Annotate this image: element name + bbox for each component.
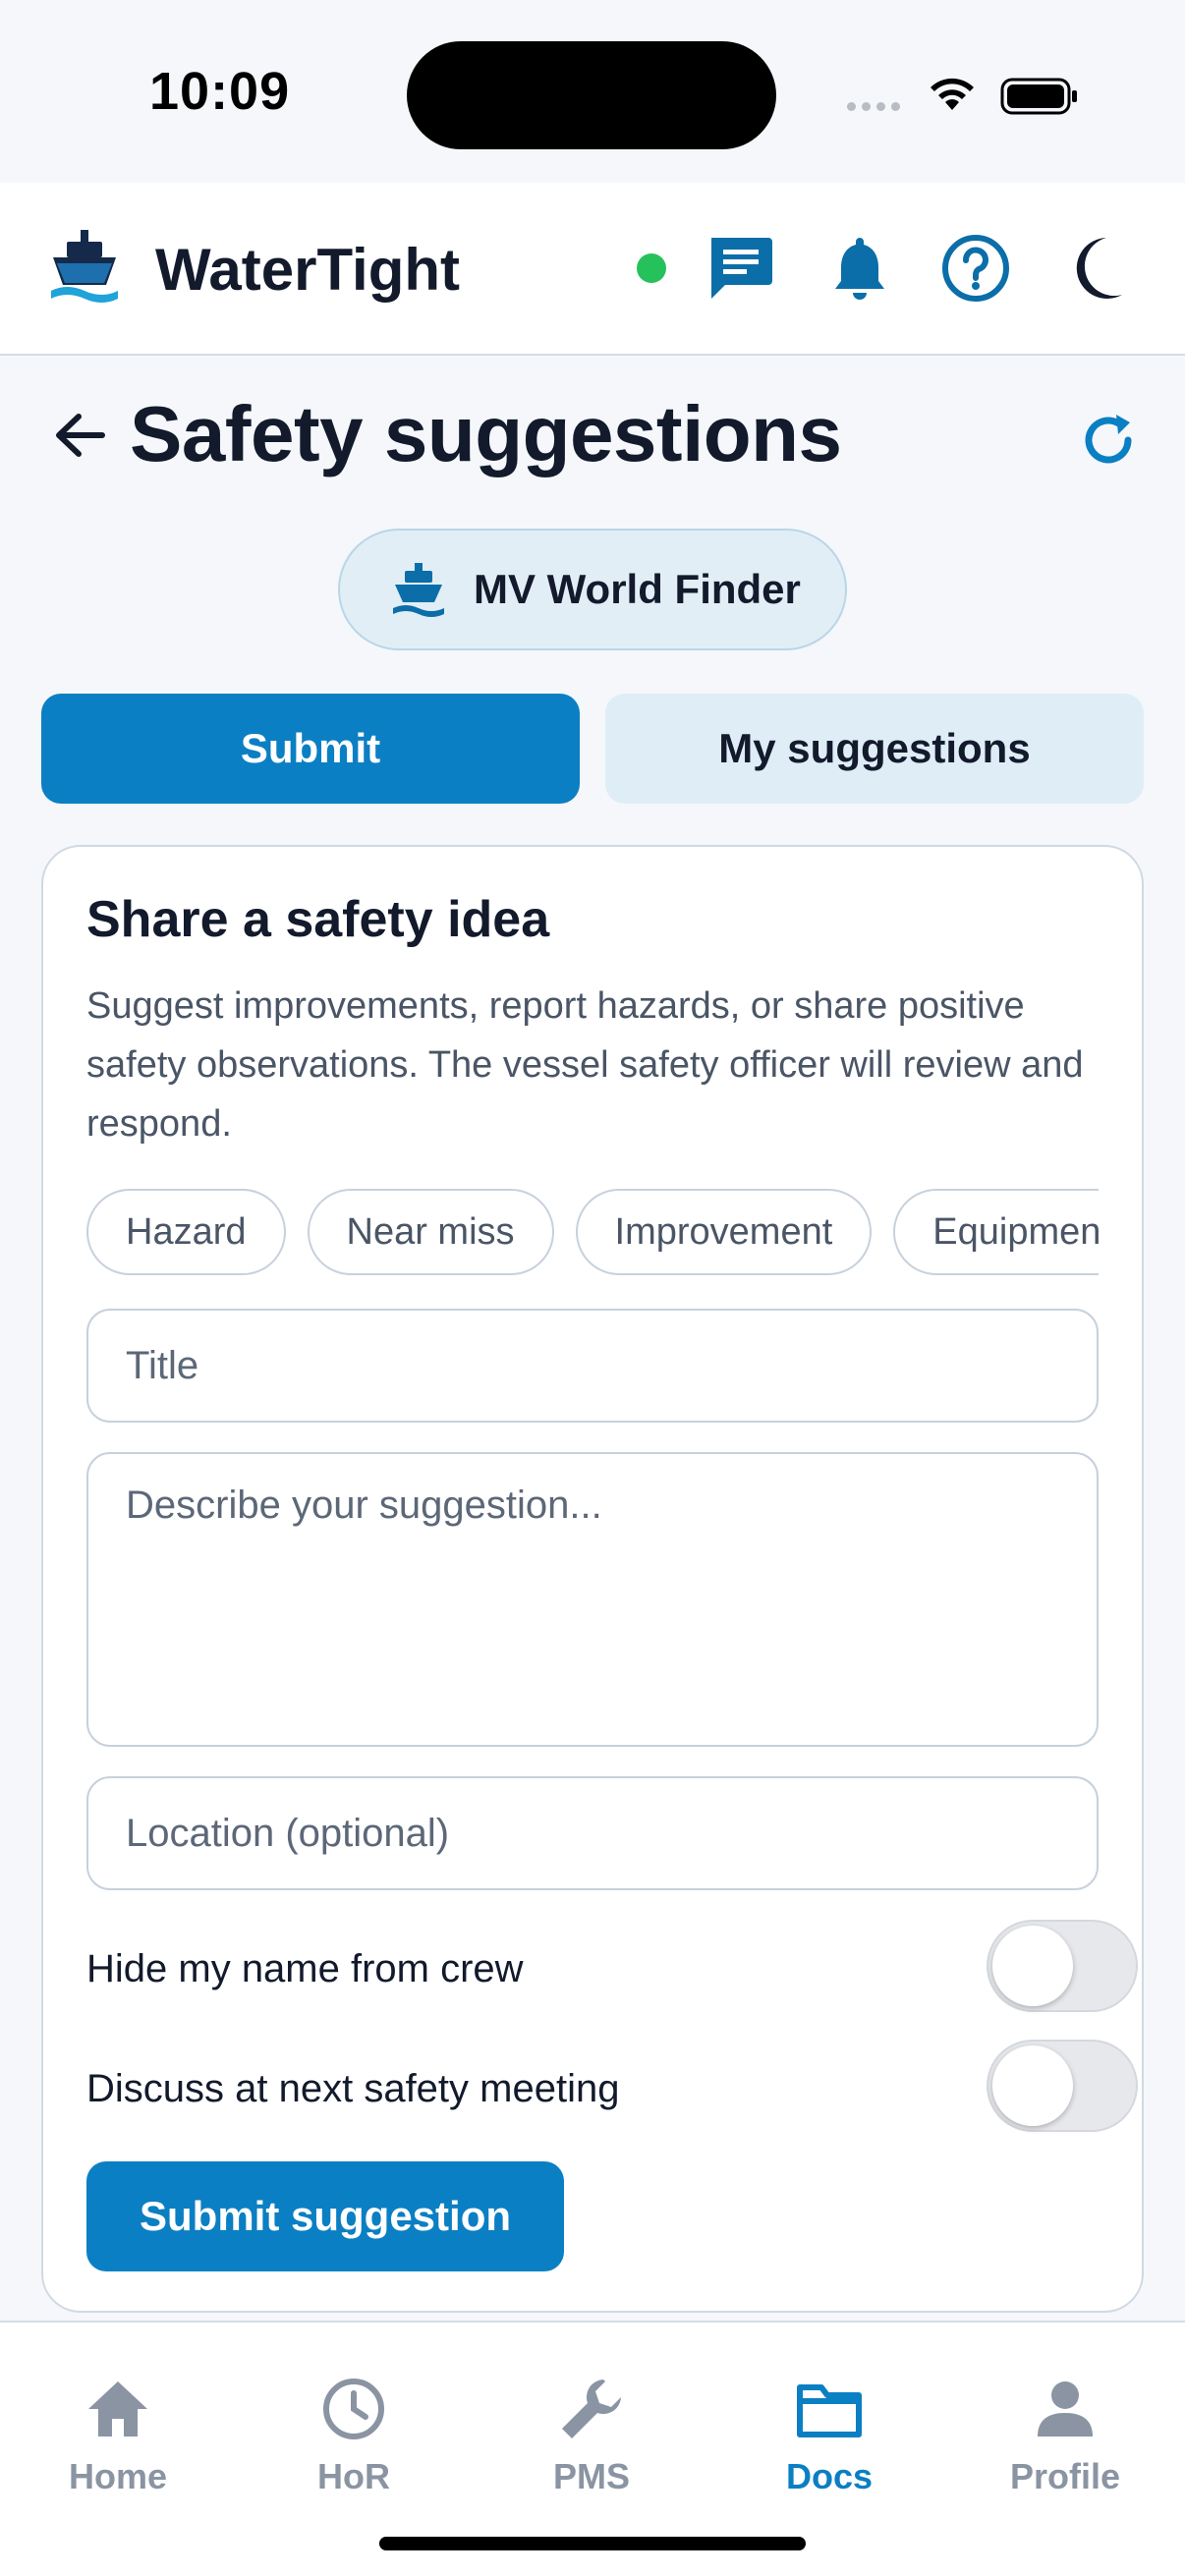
online-status-dot [637,253,666,283]
dark-mode-moon-icon[interactable] [1063,232,1136,305]
ship-icon [393,563,444,617]
refresh-icon[interactable] [1077,409,1140,472]
nav-item-hor[interactable]: HoR [255,2372,452,2497]
category-chip-row: Hazard Near miss Improvement Equipment [86,1189,1099,1279]
nav-label-home: Home [68,2456,168,2496]
arrow-left-icon[interactable] [49,405,110,466]
status-time: 10:09 [149,62,291,121]
location-field-wrapper [86,1776,1099,1890]
nav-label-profile: Profile [1009,2456,1121,2496]
hide-name-toggle-row: Hide my name from crew [86,1920,1138,2014]
title-field-wrapper [86,1309,1099,1423]
nav-label-pms: PMS [552,2456,630,2496]
page-title: Safety suggestions [130,390,842,477]
home-indicator [379,2537,806,2550]
card-description: Suggest improvements, report hazards, or… [86,985,1084,1145]
location-input[interactable] [88,1778,1097,1888]
title-input[interactable] [88,1311,1097,1421]
folder-icon [797,2384,862,2437]
help-icon[interactable] [939,232,1012,305]
card-title: Share a safety idea [86,891,550,948]
category-chip-hazard[interactable]: Hazard [86,1189,286,1275]
person-icon [1038,2381,1093,2436]
app-title: WaterTight [155,237,460,303]
category-chip-improvement[interactable]: Improvement [575,1189,873,1275]
nav-item-profile[interactable]: Profile [967,2372,1163,2497]
tab-my-suggestions[interactable]: My suggestions [605,694,1144,804]
category-chip-near-miss[interactable]: Near miss [307,1189,554,1275]
chat-icon[interactable] [704,232,776,305]
nav-label-hor: HoR [317,2456,390,2496]
home-icon [88,2381,147,2436]
nav-item-docs[interactable]: Docs [731,2372,928,2497]
ship-logo-icon [51,230,118,303]
wifi-icon [931,78,974,110]
bell-icon[interactable] [823,232,896,305]
nav-label-docs: Docs [785,2456,874,2496]
hide-name-switch[interactable] [987,1920,1138,2012]
switch-knob [992,1926,1073,2006]
nav-item-pms[interactable]: PMS [493,2372,690,2497]
discuss-meeting-label: Discuss at next safety meeting [86,2067,620,2110]
app-screen: 10:09 WaterTight Safety suggestions MV W… [0,0,1185,2576]
description-textarea[interactable] [88,1454,1097,1745]
discuss-meeting-toggle-row: Discuss at next safety meeting [86,2040,1138,2134]
submit-suggestion-button[interactable]: Submit suggestion [86,2161,564,2271]
discuss-meeting-switch[interactable] [987,2040,1138,2132]
description-field-wrapper [86,1452,1099,1747]
status-bar: 10:09 [0,0,1185,183]
tab-submit[interactable]: Submit [41,694,580,804]
category-chip-equipment[interactable]: Equipment [893,1189,1099,1275]
battery-icon [1000,78,1077,115]
vessel-name: MV World Finder [474,566,801,612]
nav-item-home[interactable]: Home [20,2372,216,2497]
clock-icon [323,2379,384,2439]
hide-name-label: Hide my name from crew [86,1947,524,1990]
vessel-selector-chip[interactable]: MV World Finder [338,529,847,650]
wrench-icon [562,2380,621,2438]
app-header: WaterTight [0,183,1185,356]
suggestion-form-card: Share a safety idea Suggest improvements… [41,845,1144,2313]
cellular-signal-icon [847,102,900,111]
switch-knob [992,2045,1073,2126]
dynamic-island [407,41,776,149]
